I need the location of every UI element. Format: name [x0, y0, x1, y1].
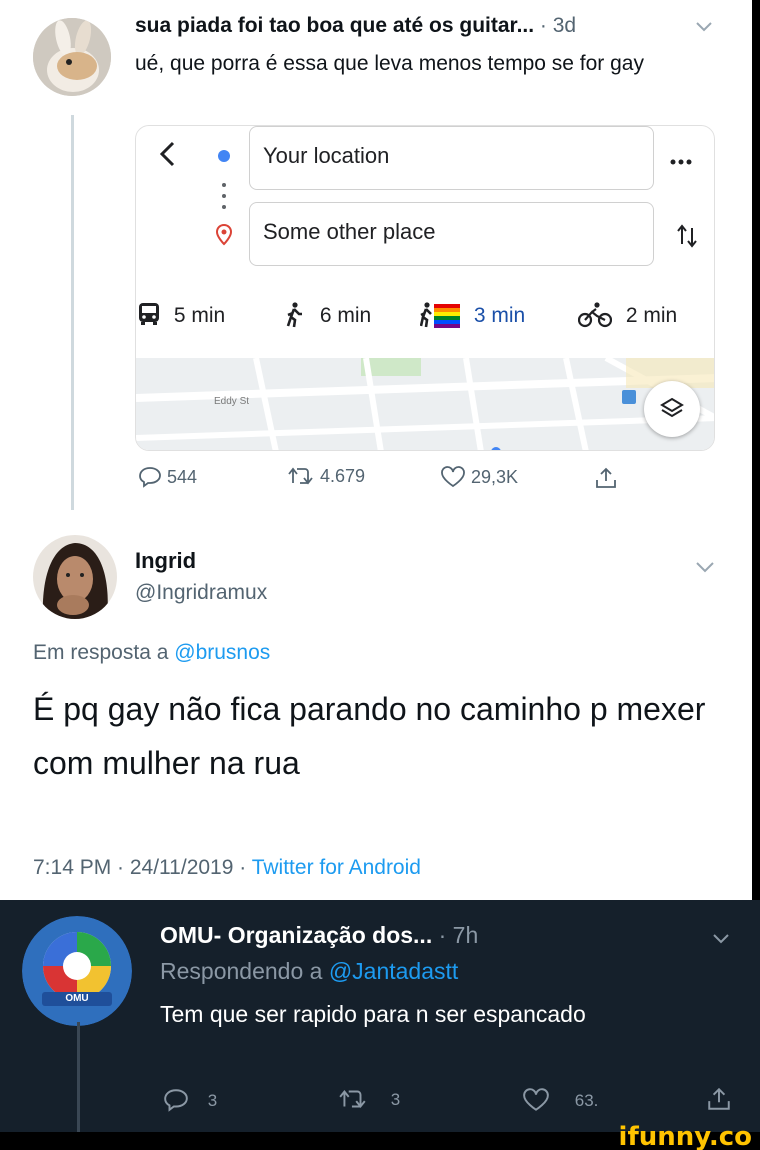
retweet-action[interactable]: 3	[338, 1088, 400, 1110]
retweet-icon	[339, 1089, 366, 1109]
origin-dot-icon	[216, 148, 232, 169]
tweet-header: sua piada foi tao boa que até os guitar.…	[135, 14, 577, 37]
walk-icon	[286, 302, 302, 328]
reply-action[interactable]: 544	[138, 466, 197, 488]
back-arrow-icon[interactable]	[156, 140, 178, 173]
mode-walk[interactable]: 6 min	[284, 302, 371, 328]
reply-icon	[139, 467, 161, 488]
mode-label: 3 min	[473, 304, 526, 327]
reply-count: 3	[207, 1091, 218, 1110]
map-directions-card[interactable]: Your location Some other place 5 min 6 m…	[135, 125, 715, 451]
ifunny-watermark: ifunny.co	[618, 1122, 752, 1150]
chevron-down-icon[interactable]	[712, 932, 730, 950]
reply-icon	[164, 1089, 188, 1112]
like-count: 29,3K	[471, 467, 519, 487]
like-action[interactable]: 29,3K	[440, 466, 518, 488]
mode-label: 5 min	[173, 304, 226, 327]
like-action[interactable]: 63.	[522, 1088, 598, 1112]
mode-label: 6 min	[319, 304, 372, 327]
chevron-down-icon[interactable]	[695, 20, 713, 38]
retweet-icon	[288, 467, 313, 485]
walk-rainbow-icon	[419, 302, 460, 328]
bike-icon	[577, 302, 613, 328]
destination-field[interactable]: Some other place	[249, 202, 654, 266]
share-icon	[708, 1087, 730, 1110]
share-action[interactable]	[706, 1086, 732, 1117]
client-link[interactable]: Twitter for Android	[252, 856, 421, 879]
tweet-meta: 7:14 PM · 24/11/2019 · Twitter for Andro…	[33, 856, 421, 880]
mode-gay-walk[interactable]: 3 min	[419, 302, 526, 328]
reply-context: Em resposta a @brusnos	[33, 641, 270, 665]
author-name[interactable]: OMU- Organização dos...	[160, 922, 432, 948]
tweet-time[interactable]: 7h	[453, 922, 479, 948]
travel-modes: 5 min 6 min 3 min 2 min	[136, 294, 714, 344]
street-label: Eddy St	[214, 396, 250, 407]
route-dots-icon	[221, 181, 227, 220]
tweet-time[interactable]: 3d	[553, 14, 576, 37]
chevron-down-icon[interactable]	[695, 560, 715, 578]
reply-count: 544	[167, 467, 198, 487]
mode-transit[interactable]: 5 min	[138, 302, 225, 328]
author-name[interactable]: sua piada foi tao boa que até os guitar.…	[135, 14, 534, 37]
retweet-action[interactable]: 4.679	[287, 466, 365, 487]
reply-action[interactable]: 3	[163, 1088, 217, 1112]
bus-icon	[139, 303, 159, 325]
avatar[interactable]	[33, 18, 111, 96]
retweet-count: 3	[390, 1090, 401, 1109]
tweet-text: É pq gay não fica parando no caminho p m…	[33, 691, 706, 781]
layers-button[interactable]	[644, 381, 700, 437]
heart-icon	[441, 466, 465, 488]
share-action[interactable]	[594, 466, 618, 495]
swap-icon[interactable]	[676, 222, 698, 255]
layers-icon	[660, 397, 684, 418]
reply-to-link[interactable]: @brusnos	[174, 641, 270, 664]
avatar[interactable]: OMU	[22, 916, 132, 1026]
avatar[interactable]	[33, 535, 117, 619]
tweet-text: Tem que ser rapido para n ser espancado	[160, 1001, 586, 1027]
reply-prefix: Em resposta a	[33, 641, 169, 664]
map-preview[interactable]: Eddy St	[136, 355, 714, 450]
more-options-icon[interactable]	[670, 152, 692, 170]
heart-icon	[523, 1088, 549, 1111]
thread-line	[71, 115, 74, 510]
reply-to-link[interactable]: @Jantadastt	[329, 958, 458, 984]
like-count: 63.	[574, 1091, 599, 1110]
mode-bike[interactable]: 2 min	[577, 302, 678, 328]
user-name[interactable]: Ingrid	[135, 548, 196, 574]
tweet-header: OMU- Organização dos... · 7h	[160, 922, 479, 948]
tweet-text: ué, que porra é essa que leva menos temp…	[135, 52, 644, 75]
user-handle[interactable]: @Ingridramux	[135, 581, 267, 605]
mode-label: 2 min	[625, 304, 678, 327]
reply-context: Respondendo a @Jantadastt	[160, 958, 458, 985]
reply-prefix: Respondendo a	[160, 958, 323, 984]
retweet-count: 4.679	[320, 466, 366, 486]
share-icon	[596, 467, 616, 488]
footer-bar: ifunny.co	[0, 1122, 760, 1150]
avatar-label: OMU	[65, 993, 89, 1004]
destination-pin-icon	[215, 223, 233, 251]
timestamp[interactable]: 7:14 PM · 24/11/2019 ·	[33, 856, 246, 879]
thread-line	[77, 1022, 80, 1132]
origin-field[interactable]: Your location	[249, 126, 654, 190]
